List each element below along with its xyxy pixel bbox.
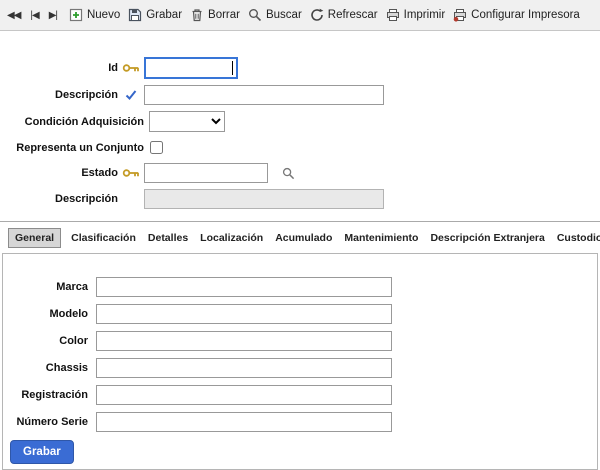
tab-detalles[interactable]: Detalles [146, 229, 190, 247]
numero-serie-label: Número Serie [3, 416, 88, 428]
printer-config-icon [453, 8, 467, 22]
search-button[interactable]: Buscar [248, 8, 302, 22]
marca-label: Marca [3, 281, 88, 293]
save-icon [128, 8, 142, 22]
estado-descripcion-row: Descripción [0, 189, 600, 209]
new-icon [69, 8, 83, 22]
modelo-row: Modelo [3, 304, 597, 324]
descripcion-input[interactable] [144, 85, 384, 105]
print-button-label: Imprimir [404, 9, 446, 21]
search-button-label: Buscar [266, 9, 302, 21]
chassis-row: Chassis [3, 358, 597, 378]
search-icon [248, 8, 262, 22]
marca-row: Marca [3, 277, 597, 297]
conjunto-row: Representa un Conjunto [0, 141, 600, 154]
estado-lookup-icon[interactable] [282, 167, 295, 180]
condicion-adquisicion-select[interactable] [149, 111, 225, 132]
estado-descripcion-label: Descripción [0, 193, 118, 205]
key-icon [118, 63, 144, 73]
color-input[interactable] [96, 331, 392, 351]
marca-input[interactable] [96, 277, 392, 297]
general-tab-panel: Marca Modelo Color Chassis Registración … [2, 253, 598, 470]
printer-setup-button-label: Configurar Impresora [471, 9, 580, 21]
color-row: Color [3, 331, 597, 351]
estado-descripcion-input [144, 189, 384, 209]
record-nav: ◀◀ |◀ ▶| [7, 10, 57, 21]
chassis-input[interactable] [96, 358, 392, 378]
registracion-row: Registración [3, 385, 597, 405]
chassis-label: Chassis [3, 362, 88, 374]
tab-bar: General Clasificación Detalles Localizac… [0, 221, 600, 252]
representa-conjunto-label: Representa un Conjunto [0, 142, 144, 154]
tab-acumulado[interactable]: Acumulado [273, 229, 334, 247]
id-input[interactable] [144, 57, 238, 79]
nav-first-button[interactable]: ◀◀ [7, 10, 20, 21]
modelo-input[interactable] [96, 304, 392, 324]
color-label: Color [3, 335, 88, 347]
modelo-label: Modelo [3, 308, 88, 320]
nav-next-button[interactable]: ▶| [49, 10, 57, 21]
id-label: Id [0, 62, 118, 74]
descripcion-row: Descripción [0, 85, 600, 105]
printer-icon [386, 8, 400, 22]
save-button[interactable]: Grabar [128, 8, 182, 22]
estado-label: Estado [0, 167, 118, 179]
tab-general[interactable]: General [8, 228, 61, 248]
descripcion-label: Descripción [0, 89, 118, 101]
delete-button-label: Borrar [208, 9, 240, 21]
condicion-row: Condición Adquisición [0, 111, 600, 132]
estado-input[interactable] [144, 163, 268, 183]
trash-icon [190, 8, 204, 22]
new-button-label: Nuevo [87, 9, 120, 21]
header-form: Id Descripción Condición Adquisición Rep… [0, 31, 600, 209]
tab-clasificacion[interactable]: Clasificación [69, 229, 138, 247]
registracion-input[interactable] [96, 385, 392, 405]
id-row: Id [0, 57, 600, 79]
key-icon [118, 168, 144, 178]
toolbar: ◀◀ |◀ ▶| Nuevo Grabar Borrar Buscar Refr… [0, 0, 600, 31]
text-caret [232, 61, 233, 75]
new-button[interactable]: Nuevo [69, 8, 120, 22]
condicion-adquisicion-label: Condición Adquisición [0, 116, 144, 128]
tab-localizacion[interactable]: Localización [198, 229, 265, 247]
numero-serie-input[interactable] [96, 412, 392, 432]
representa-conjunto-checkbox[interactable] [150, 141, 163, 154]
spellcheck-icon [118, 89, 144, 101]
tab-custodio[interactable]: Custodio [555, 229, 600, 247]
numero-serie-row: Número Serie [3, 412, 597, 432]
printer-setup-button[interactable]: Configurar Impresora [453, 8, 580, 22]
tab-descripcion-extranjera[interactable]: Descripción Extranjera [428, 229, 546, 247]
nav-prev-button[interactable]: |◀ [30, 10, 38, 21]
grabar-submit-button[interactable]: Grabar [10, 440, 74, 464]
delete-button[interactable]: Borrar [190, 8, 240, 22]
refresh-button[interactable]: Refrescar [310, 8, 378, 22]
refresh-icon [310, 8, 324, 22]
print-button[interactable]: Imprimir [386, 8, 446, 22]
tab-mantenimiento[interactable]: Mantenimiento [342, 229, 420, 247]
save-button-label: Grabar [146, 9, 182, 21]
registracion-label: Registración [3, 389, 88, 401]
estado-row: Estado [0, 163, 600, 183]
refresh-button-label: Refrescar [328, 9, 378, 21]
